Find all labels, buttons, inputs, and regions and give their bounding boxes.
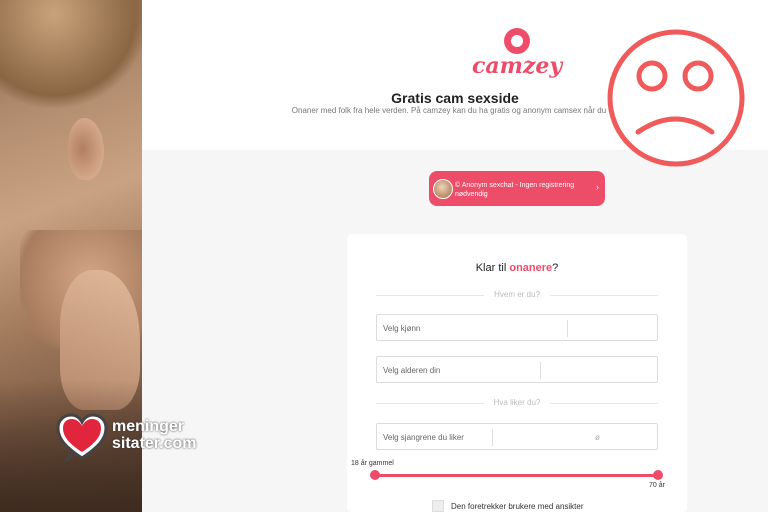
field-separator	[492, 429, 493, 446]
age-min-label: 18 år gammel	[351, 460, 394, 467]
promo-text: © Anonym sexchat - Ingen registrering nø…	[455, 182, 575, 198]
watermark-line2: sitater.com	[112, 435, 197, 452]
age-select[interactable]: Velg alderen din	[376, 356, 658, 383]
card-title-suffix: ?	[552, 262, 559, 274]
field-separator	[540, 362, 541, 379]
genre-placeholder: Velg sjangrene du liker	[383, 433, 464, 442]
watermark-logo: meninger sitater.com	[54, 410, 214, 466]
field-separator	[567, 320, 568, 337]
face-preference-checkbox[interactable]	[432, 500, 444, 512]
genre-select[interactable]: Velg sjangrene du liker ø	[376, 423, 658, 450]
card-title-accent: onanere	[509, 262, 553, 274]
section-divider-who: Hvem er du?	[376, 290, 658, 300]
anonymous-chat-button[interactable]: © Anonym sexchat - Ingen registrering nø…	[429, 171, 605, 206]
face-preference-label: Den foretrekker brukere med ansikter	[451, 502, 584, 511]
gender-select[interactable]: Velg kjønn	[376, 314, 658, 341]
section-label-who: Hvem er du?	[484, 290, 550, 299]
age-placeholder: Velg alderen din	[383, 366, 441, 375]
logo-text: camzey	[472, 53, 563, 79]
age-range-track[interactable]	[375, 474, 659, 477]
photo-ear	[68, 118, 104, 180]
clear-icon[interactable]: ø	[595, 433, 600, 442]
section-label-likes: Hva liker du?	[483, 398, 551, 407]
section-divider-likes: Hva liker du?	[376, 398, 658, 408]
watermark-line1: meninger	[112, 418, 185, 435]
brand-logo[interactable]: camzey	[472, 28, 562, 80]
sad-face-icon	[607, 29, 745, 167]
card-title: Klar til onanere?	[347, 262, 687, 274]
avatar	[433, 179, 453, 199]
chevron-right-icon: ›	[596, 182, 599, 192]
logo-badge-icon	[504, 28, 530, 54]
gender-placeholder: Velg kjønn	[383, 324, 421, 333]
age-max-label: 70 år	[649, 482, 665, 489]
card-title-prefix: Klar til	[475, 262, 510, 274]
age-min-handle[interactable]	[370, 470, 380, 480]
age-max-handle[interactable]	[653, 470, 663, 480]
heart-chat-icon	[56, 413, 108, 464]
photo-hair	[0, 0, 142, 110]
